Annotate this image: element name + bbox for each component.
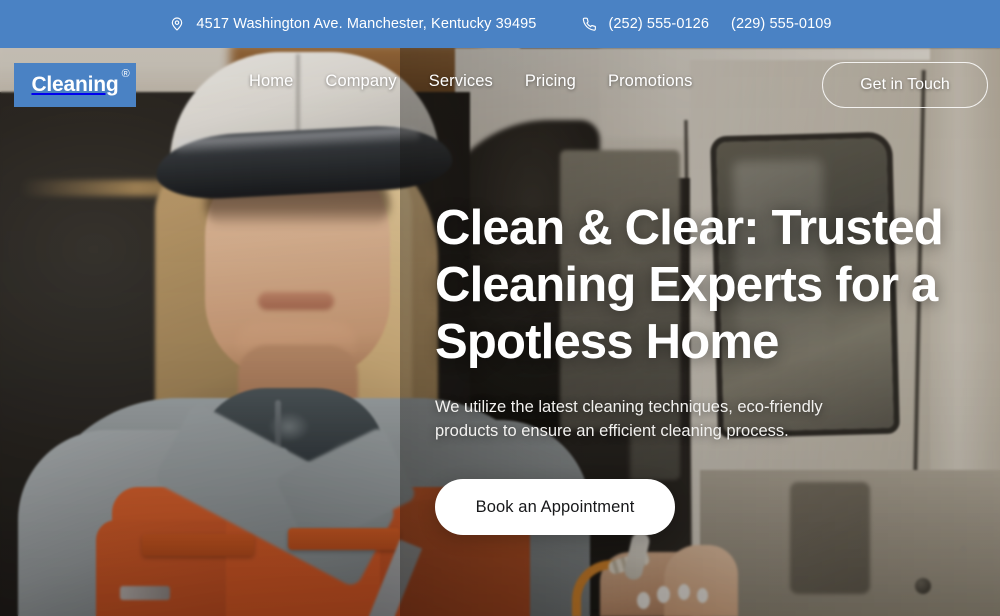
- worker-chest-pocket-right: [288, 528, 400, 550]
- hero-headline: Clean & Clear: Trusted Cleaning Experts …: [435, 201, 944, 369]
- hero-page: 4517 Washington Ave. Manchester, Kentuck…: [0, 0, 1000, 616]
- address-text: 4517 Washington Ave. Manchester, Kentuck…: [196, 16, 537, 32]
- worker-fingernail: [637, 592, 650, 609]
- phone-icon: [580, 16, 597, 33]
- phone-numbers: (252) 555-0126 (229) 555-0109: [608, 16, 831, 32]
- nav-item-company[interactable]: Company: [325, 72, 396, 91]
- worker-fingernail: [697, 588, 708, 603]
- top-contact-bar: 4517 Washington Ave. Manchester, Kentuck…: [0, 0, 1000, 48]
- bg-door-bolt: [915, 578, 931, 594]
- phone-number-secondary[interactable]: (229) 555-0109: [731, 16, 832, 32]
- bg-door-rivet: [960, 545, 967, 552]
- logo-text: Cleaning ®: [31, 68, 130, 96]
- worker-fingernail: [678, 584, 690, 600]
- nav-item-pricing[interactable]: Pricing: [525, 72, 576, 91]
- worker-chest-pocket-left: [142, 534, 254, 556]
- hero-subtext: We utilize the latest cleaning technique…: [435, 398, 823, 440]
- nav-item-home[interactable]: Home: [249, 72, 293, 91]
- hero-copy: Clean & Clear: Trusted Cleaning Experts …: [435, 200, 995, 535]
- nav-item-services[interactable]: Services: [429, 72, 493, 91]
- address-group: 4517 Washington Ave. Manchester, Kentuck…: [168, 16, 536, 33]
- registered-trademark-icon: ®: [121, 68, 130, 80]
- worker-hand-right: [664, 545, 738, 616]
- book-appointment-button[interactable]: Book an Appointment: [435, 479, 675, 535]
- nav-item-promotions[interactable]: Promotions: [608, 72, 692, 91]
- worker-reflective-tab: [120, 586, 170, 600]
- phone-number-primary[interactable]: (252) 555-0126: [608, 16, 709, 32]
- main-navigation: Cleaning ® Home Company Services Pricing…: [0, 48, 1000, 120]
- worker-fingernail: [657, 586, 670, 603]
- site-logo[interactable]: Cleaning ®: [14, 63, 136, 107]
- phone-group: (252) 555-0126 (229) 555-0109: [580, 16, 831, 33]
- worker-mouth: [258, 292, 334, 310]
- get-in-touch-button[interactable]: Get in Touch: [822, 62, 988, 108]
- nav-links: Home Company Services Pricing Promotions: [249, 72, 692, 91]
- location-pin-icon: [168, 16, 185, 33]
